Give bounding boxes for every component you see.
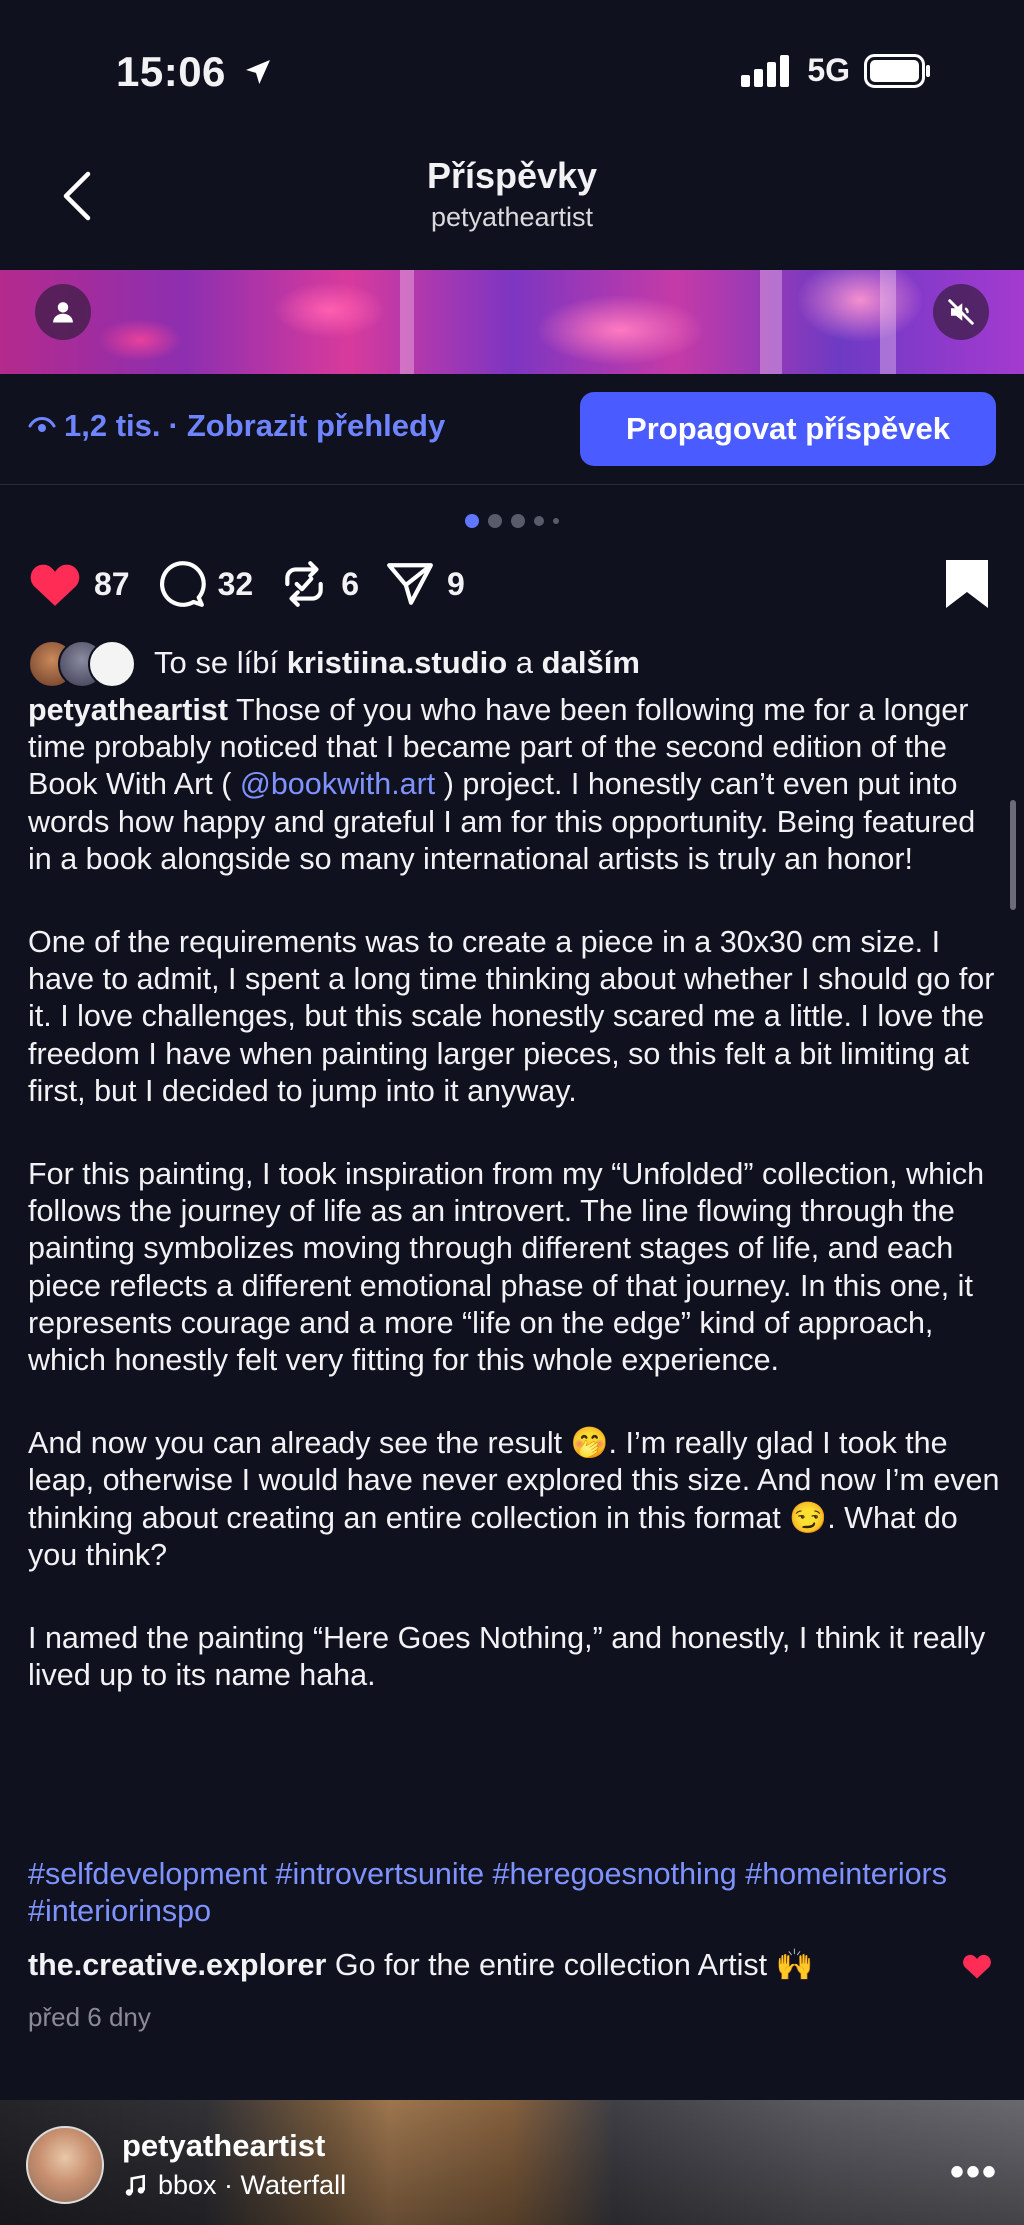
liked-by-text[interactable]: To se líbí kristiina.studio a dalším <box>154 645 640 681</box>
save-button[interactable] <box>944 558 990 615</box>
liked-by-joiner: a <box>515 645 534 680</box>
hashtags[interactable]: #selfdevelopment #introvertsunite #hereg… <box>28 1856 1003 1930</box>
comment-icon <box>159 561 206 607</box>
separator: · <box>168 408 179 443</box>
caption-paragraph: petyatheartist Those of you who have bee… <box>28 692 1003 878</box>
person-icon <box>53 302 73 323</box>
location-arrow-icon <box>246 60 271 84</box>
insights-label: Zobrazit přehledy <box>186 408 446 443</box>
caption-paragraph: And now you can already see the result 🤭… <box>28 1426 1000 1572</box>
carousel-dot-active <box>465 514 479 528</box>
top-comment[interactable]: the.creative.explorer Go for the entire … <box>28 1948 948 1983</box>
post-timestamp: před 6 dny <box>28 2002 151 2032</box>
carousel-dot <box>553 518 559 524</box>
repost-icon <box>285 561 323 607</box>
track-name: bbox · Waterfall <box>158 2170 347 2200</box>
carousel-dot <box>488 514 502 528</box>
heart-filled-icon <box>963 1954 991 1979</box>
more-options-icon[interactable]: ••• <box>950 2150 998 2195</box>
paint-streak <box>400 270 414 374</box>
status-indicators: 5G <box>741 52 932 89</box>
page-title: Příspěvky <box>426 155 598 196</box>
mention-link[interactable]: @bookwith.art <box>240 767 435 801</box>
post-caption: petyatheartist Those of you who have bee… <box>28 692 1003 1740</box>
carousel-indicator <box>0 514 1024 528</box>
comment-author[interactable]: the.creative.explorer <box>28 1948 326 1982</box>
divider <box>0 484 1024 485</box>
avatar <box>88 640 136 688</box>
comment-button[interactable]: 32 <box>156 559 254 609</box>
shares-count: 9 <box>446 565 465 602</box>
bookmark-filled-icon <box>946 560 988 608</box>
promote-post-button[interactable]: Propagovat příspěvek <box>580 392 996 466</box>
comment-text: Go for the entire collection Artist 🙌 <box>334 1948 814 1982</box>
liked-by-avatars[interactable] <box>28 640 144 688</box>
scrollbar[interactable] <box>1010 800 1016 910</box>
mute-button[interactable] <box>933 284 989 340</box>
caption-paragraph: I named the painting “Here Goes Nothing,… <box>28 1621 986 1693</box>
repost-button[interactable]: 6 <box>279 559 359 609</box>
liked-by-user[interactable]: kristiina.studio <box>287 645 507 680</box>
caption-author[interactable]: petyatheartist <box>28 693 228 727</box>
likes-count: 87 <box>94 565 130 602</box>
like-button[interactable]: 87 <box>28 560 130 608</box>
signal-icon <box>741 54 790 87</box>
views-count: 1,2 tis. <box>64 408 161 443</box>
battery-icon <box>864 53 930 88</box>
speaker-muted-icon <box>948 299 974 325</box>
liked-by-others[interactable]: dalším <box>542 645 640 680</box>
paint-streak <box>880 270 896 374</box>
tagged-people-button[interactable] <box>35 284 91 340</box>
page-subtitle: petyatheartist <box>430 202 594 232</box>
avatar[interactable] <box>26 2126 104 2204</box>
comment-like-button[interactable] <box>962 1952 992 1985</box>
comments-count: 32 <box>217 565 254 602</box>
caption-paragraph: One of the requirements was to create a … <box>28 925 995 1108</box>
music-note-icon <box>125 2174 145 2196</box>
liked-by-prefix: To se líbí <box>154 645 279 680</box>
share-button[interactable]: 9 <box>385 559 465 609</box>
audio-track[interactable]: bbox · Waterfall <box>122 2170 346 2201</box>
carousel-dot <box>534 516 544 526</box>
carousel-dot <box>511 514 525 528</box>
send-icon <box>387 563 433 605</box>
network-type: 5G <box>807 52 850 88</box>
next-post-user[interactable]: petyatheartist <box>122 2128 325 2164</box>
eye-icon <box>28 416 56 432</box>
status-time: 15:06 <box>116 48 274 96</box>
reposts-count: 6 <box>341 565 359 602</box>
paint-streak <box>760 270 782 374</box>
post-media[interactable] <box>0 270 1024 374</box>
post-actions: 87 32 6 9 <box>28 556 491 612</box>
caption-paragraph: For this painting, I took inspiration fr… <box>28 1157 985 1378</box>
heart-filled-icon <box>30 564 80 606</box>
view-insights-link[interactable]: 1,2 tis. · Zobrazit přehledy <box>28 408 445 444</box>
